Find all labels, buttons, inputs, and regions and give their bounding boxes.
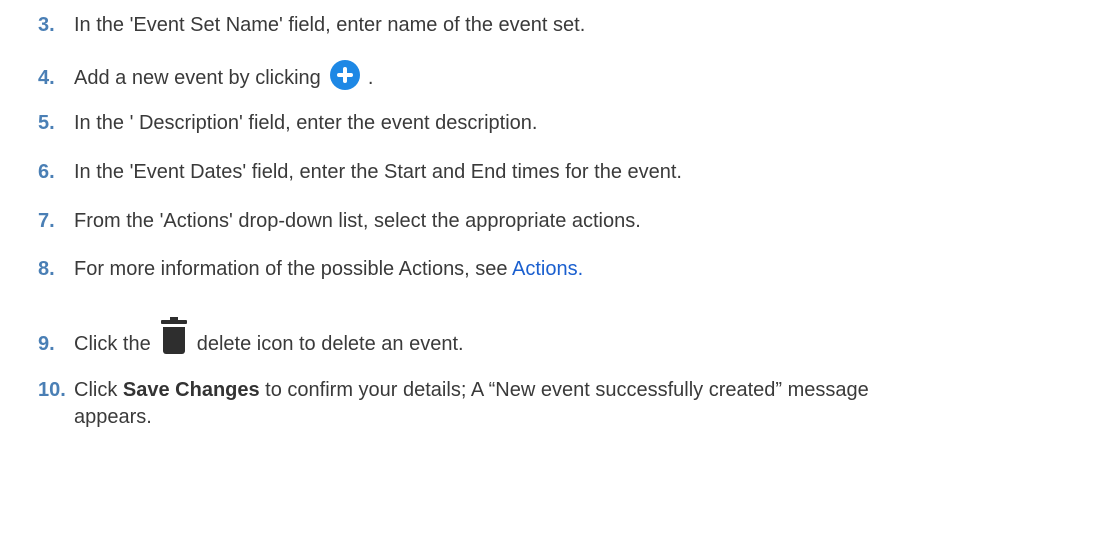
step-text-end: delete icon to delete an event.	[196, 333, 464, 355]
step-number: 10.	[38, 379, 66, 401]
step-number: 8.	[38, 258, 55, 280]
step-10: 10. Click Save Changes to confirm your de…	[38, 377, 1081, 431]
step-number: 9.	[38, 333, 55, 355]
step-9: 9. Click the delete icon to delete an even…	[38, 317, 1081, 358]
step-number: 5.	[38, 112, 55, 134]
step-text: In the ' Description' field, enter the e…	[74, 112, 538, 134]
step-number: 4.	[38, 67, 55, 89]
step-text: In the 'Event Dates' field, enter the St…	[74, 161, 682, 183]
step-text: Click the	[74, 333, 151, 355]
step-text-end: to confirm your details; A “New event su…	[259, 379, 869, 401]
save-changes-label: Save Changes	[122, 379, 260, 401]
step-6: 6. In the 'Event Dates' field, enter the …	[38, 159, 1081, 186]
step-text: From the 'Actions' drop-down list, selec…	[74, 210, 641, 232]
step-8: 8. For more information of the possible A…	[38, 256, 1081, 283]
step-text: For more information of the possible Act…	[74, 258, 512, 280]
step-text: Add a new event by clicking	[74, 67, 321, 89]
step-5: 5. In the ' Description' field, enter the…	[38, 110, 1081, 137]
step-text-continuation: appears.	[74, 406, 152, 428]
step-4: 4. Add a new event by clicking .	[38, 60, 1081, 92]
step-number: 6.	[38, 161, 55, 183]
actions-link[interactable]: Actions.	[512, 258, 583, 280]
step-text: Click	[74, 379, 123, 401]
step-3: 3. In the 'Event Set Name' field, enter n…	[38, 12, 1081, 39]
trash-icon	[160, 317, 187, 354]
step-text-end: .	[362, 67, 374, 89]
step-number: 3.	[38, 14, 55, 36]
step-7: 7. From the 'Actions' drop-down list, sel…	[38, 208, 1081, 235]
step-text: In the 'Event Set Name' field, enter nam…	[74, 14, 586, 36]
add-circle-icon	[330, 60, 361, 90]
step-number: 7.	[38, 210, 55, 232]
